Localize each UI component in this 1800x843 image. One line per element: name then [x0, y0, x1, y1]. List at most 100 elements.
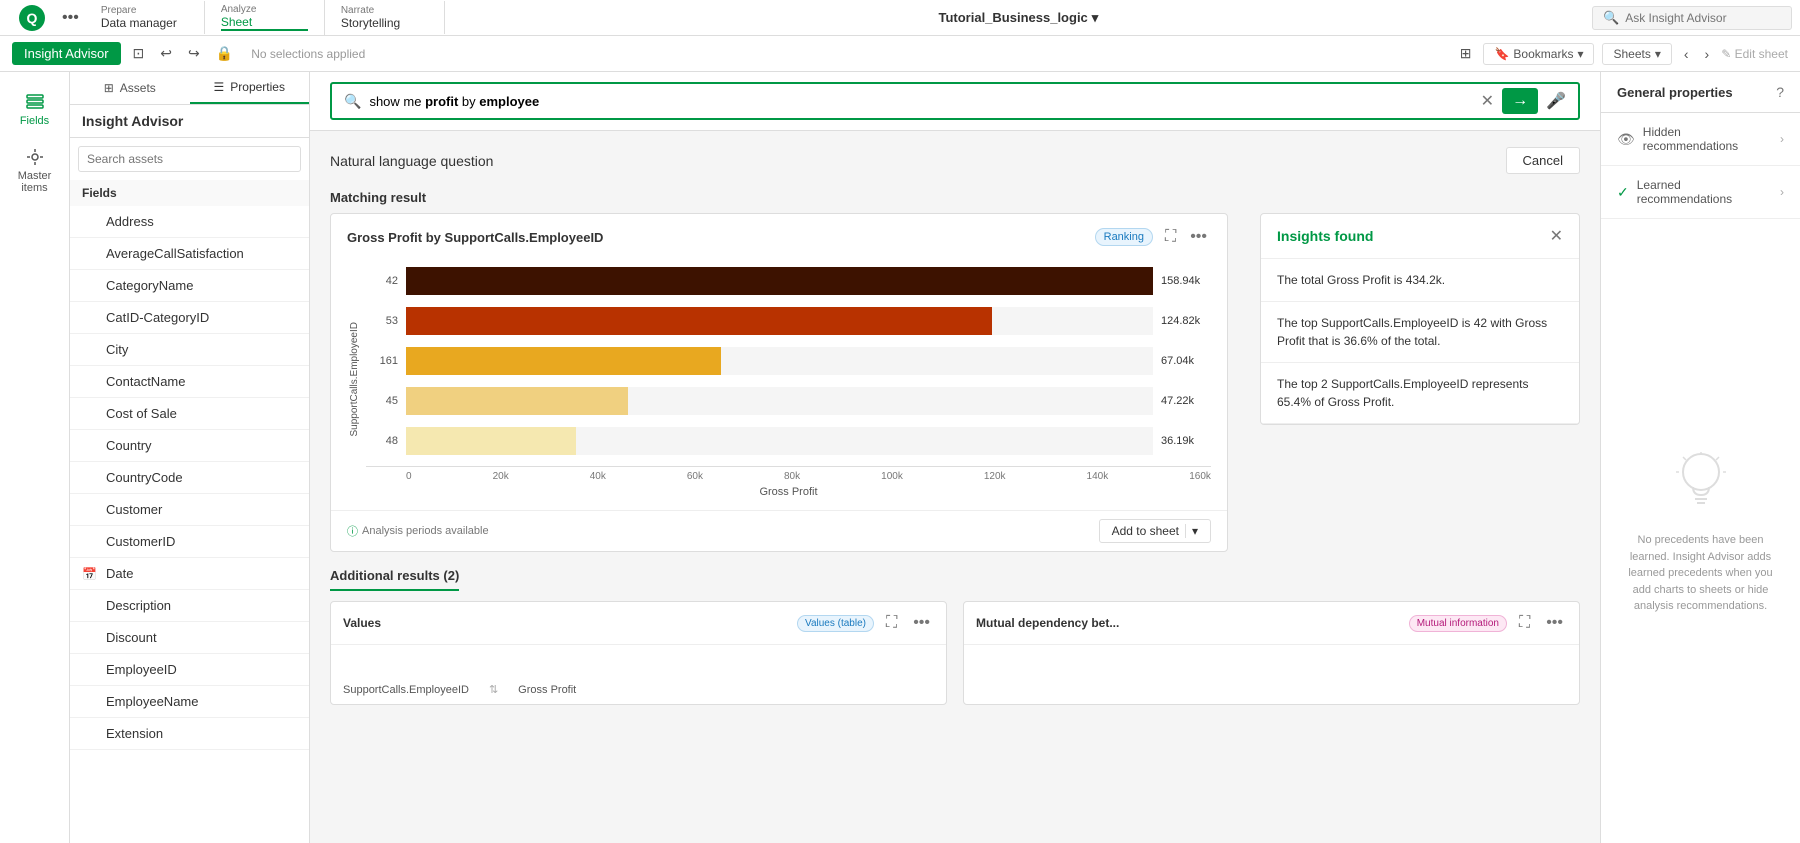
- nav-logo: Q: [8, 4, 56, 32]
- insights-panel: Insights found ✕ The total Gross Profit …: [1260, 213, 1580, 425]
- mutual-more-button[interactable]: •••: [1542, 612, 1567, 634]
- list-item[interactable]: Address: [70, 206, 309, 238]
- bar-row: 42 158.94k: [366, 264, 1211, 298]
- chart-card-header: Gross Profit by SupportCalls.EmployeeID …: [331, 214, 1227, 248]
- list-item[interactable]: 📅Date: [70, 558, 309, 590]
- bar-fill: [406, 267, 1153, 295]
- sidebar-tab-fields[interactable]: Fields: [0, 84, 69, 135]
- eye-icon: 👁: [1617, 131, 1635, 148]
- add-to-sheet-dropdown-icon: ▾: [1185, 524, 1198, 538]
- pencil-icon: ✎: [1721, 47, 1731, 61]
- insight-advisor-button[interactable]: Insight Advisor: [12, 42, 121, 65]
- list-item[interactable]: CustomerID: [70, 526, 309, 558]
- insights-close-button[interactable]: ✕: [1550, 226, 1563, 246]
- chart-footer: ⓘ Analysis periods available Add to shee…: [331, 510, 1227, 551]
- list-item[interactable]: Customer: [70, 494, 309, 526]
- insight-item: The total Gross Profit is 434.2k.: [1261, 259, 1579, 302]
- help-icon[interactable]: ?: [1776, 84, 1784, 100]
- tab-assets[interactable]: ⊞ Assets: [70, 72, 190, 104]
- tab-properties[interactable]: ☰ Properties: [190, 72, 310, 104]
- top-nav: Q ••• Prepare Data manager Analyze Sheet…: [0, 0, 1800, 36]
- check-icon: ✓: [1617, 184, 1629, 201]
- chart-main-layout: Gross Profit by SupportCalls.EmployeeID …: [330, 213, 1580, 552]
- list-item[interactable]: ContactName: [70, 366, 309, 398]
- expand-values-button[interactable]: ⛶: [882, 612, 901, 634]
- calendar-icon: 📅: [82, 567, 98, 581]
- bar-row: 48 36.19k: [366, 424, 1211, 458]
- values-more-button[interactable]: •••: [909, 612, 934, 634]
- info-icon: ⓘ: [347, 523, 358, 539]
- bookmarks-button[interactable]: 🔖 Bookmarks ▾: [1483, 43, 1594, 65]
- nav-right: 🔍: [1592, 6, 1792, 30]
- chart-section: Gross Profit by SupportCalls.EmployeeID …: [330, 213, 1228, 552]
- nav-center: Tutorial_Business_logic ▾: [445, 10, 1592, 26]
- nav-section-prepare[interactable]: Prepare Data manager: [85, 1, 205, 34]
- chart-body: SupportCalls.EmployeeID 42: [331, 248, 1227, 510]
- list-item[interactable]: Extension: [70, 718, 309, 750]
- nav-more-button[interactable]: •••: [56, 5, 85, 31]
- expand-chart-button[interactable]: ⛶: [1161, 226, 1180, 248]
- additional-card-title: Mutual dependency bet...: [976, 616, 1401, 630]
- select-region-button[interactable]: ⊡: [129, 41, 149, 66]
- sidebar-tab-master-items[interactable]: Master items: [0, 139, 69, 202]
- sheets-button[interactable]: Sheets ▾: [1602, 43, 1671, 65]
- main-content: 🔍 show me profit by employee ✕ → 🎤 Natur…: [310, 72, 1600, 843]
- svg-text:Q: Q: [27, 10, 38, 26]
- qlik-logo-icon: Q: [18, 4, 46, 32]
- grid-button[interactable]: ⊞: [1456, 41, 1476, 66]
- expand-mutual-button[interactable]: ⛶: [1515, 612, 1534, 634]
- chevron-right-icon: ›: [1780, 132, 1784, 146]
- prev-sheet-button[interactable]: ‹: [1680, 42, 1693, 66]
- hidden-recommendations-row[interactable]: 👁 Hidden recommendations ›: [1601, 113, 1800, 165]
- list-icon: ☰: [214, 80, 225, 94]
- list-item[interactable]: Description: [70, 590, 309, 622]
- cancel-button[interactable]: Cancel: [1506, 147, 1580, 174]
- toolbar-right: ⊞ 🔖 Bookmarks ▾ Sheets ▾ ‹ › ✎ Edit shee…: [1456, 41, 1788, 66]
- list-item[interactable]: City: [70, 334, 309, 366]
- list-item[interactable]: CatID-CategoryID: [70, 302, 309, 334]
- list-item[interactable]: Country: [70, 430, 309, 462]
- list-item[interactable]: CategoryName: [70, 270, 309, 302]
- list-item[interactable]: CountryCode: [70, 462, 309, 494]
- learned-recommendations-row[interactable]: ✓ Learned recommendations ›: [1601, 166, 1800, 218]
- list-item[interactable]: AverageCallSatisfaction: [70, 238, 309, 270]
- list-item[interactable]: EmployeeID: [70, 654, 309, 686]
- ia-search-clear-button[interactable]: ✕: [1481, 91, 1494, 111]
- bar-fill: [406, 427, 576, 455]
- chevron-right-icon: ›: [1780, 185, 1784, 199]
- list-item[interactable]: Cost of Sale: [70, 398, 309, 430]
- ia-search-query[interactable]: show me profit by employee: [369, 94, 1472, 109]
- list-item[interactable]: EmployeeName: [70, 686, 309, 718]
- right-panel-title: General properties: [1617, 85, 1770, 100]
- ia-search-inner: 🔍 show me profit by employee ✕ → 🎤: [330, 82, 1580, 120]
- search-input[interactable]: [78, 146, 301, 172]
- bar-row: 45 47.22k: [366, 384, 1211, 418]
- nav-section-analyze[interactable]: Analyze Sheet: [205, 0, 325, 35]
- chart-title: Gross Profit by SupportCalls.EmployeeID: [347, 230, 1087, 245]
- no-selections-label: No selections applied: [251, 47, 1448, 61]
- right-section-hidden: 👁 Hidden recommendations ›: [1601, 113, 1800, 166]
- insights-header: Insights found ✕: [1261, 214, 1579, 259]
- fields-icon: [25, 92, 45, 112]
- nav-section-narrate[interactable]: Narrate Storytelling: [325, 1, 445, 34]
- ranking-badge: Ranking: [1095, 228, 1153, 246]
- additional-card-header: Values Values (table) ⛶ •••: [331, 602, 946, 644]
- ia-search-icon: 🔍: [344, 93, 361, 110]
- ask-insight-input[interactable]: [1625, 11, 1765, 25]
- additional-card-body: SupportCalls.EmployeeID ⇅ Gross Profit: [331, 644, 946, 704]
- ask-input[interactable]: 🔍: [1592, 6, 1792, 30]
- ia-content: Natural language question Cancel Matchin…: [310, 131, 1600, 843]
- edit-sheet-button[interactable]: ✎ Edit sheet: [1721, 47, 1788, 61]
- bar-row: 53 124.82k: [366, 304, 1211, 338]
- chart-more-button[interactable]: •••: [1186, 226, 1211, 248]
- add-to-sheet-button[interactable]: Add to sheet ▾: [1099, 519, 1211, 543]
- list-item[interactable]: Discount: [70, 622, 309, 654]
- grid-icon: ⊞: [104, 81, 114, 95]
- next-sheet-button[interactable]: ›: [1701, 42, 1714, 66]
- ia-search-submit-button[interactable]: →: [1502, 88, 1538, 114]
- section-header: Matching result: [330, 190, 1580, 205]
- ia-search-mic-button[interactable]: 🎤: [1546, 91, 1566, 111]
- redo-button[interactable]: ↪: [184, 41, 204, 66]
- lock-button[interactable]: 🔒: [212, 41, 237, 66]
- undo-button[interactable]: ↩: [156, 41, 176, 66]
